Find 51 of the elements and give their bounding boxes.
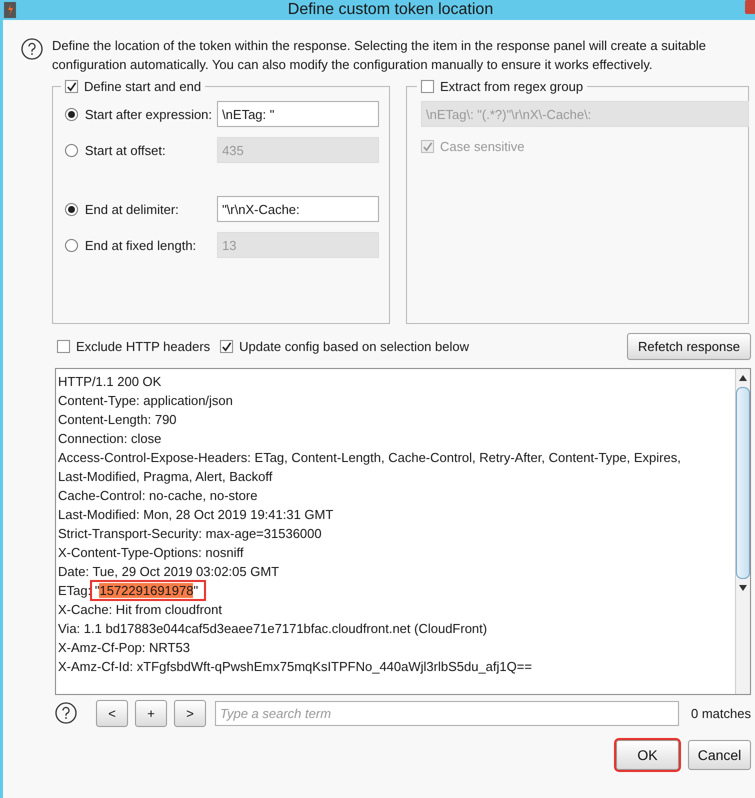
description-text: Define the location of the token within the response. Selecting the item in the response panel will create a suitable configuration automatically. You can also modify the configuration manually to ensure it works effectively. [52, 37, 708, 74]
help-icon[interactable] [21, 38, 43, 60]
radio-label: Start at offset: [84, 142, 167, 158]
checkbox[interactable] [220, 340, 234, 353]
checkbox-label: Extract from regex group [440, 79, 584, 94]
checkbox-label: Exclude HTTP headers [76, 339, 210, 354]
response-line: Connection: close [58, 431, 162, 446]
response-line: " [193, 583, 198, 598]
selected-text: 1572291691978 [99, 583, 194, 598]
response-line: X-Content-Type-Options: nosniff [58, 545, 244, 560]
checkbox-label: Case sensitive [440, 139, 525, 154]
input-field[interactable]: "\r\nX-Cache: [217, 196, 379, 222]
response-line: Cache-Control: no-cache, no-store [58, 488, 258, 503]
response-line: Last-Modified, Pragma, Alert, Backoff [58, 469, 272, 484]
match-count: 0 matches [691, 706, 751, 720]
checkbox[interactable] [57, 340, 70, 353]
response-line: Strict-Transport-Security: max-age=31536000 [58, 526, 322, 541]
help-icon[interactable] [55, 702, 77, 724]
radio-button[interactable] [65, 202, 78, 216]
search-nav-button[interactable]: < [96, 700, 128, 726]
response-line: X-Amz-Cf-Id: xTFgfsbdWft-qPwshEmx75mqKsITPFNo_440aWjl3rlbS5du_afj1Q== [58, 659, 532, 674]
response-line: Via: 1.1 bd17883e044caf5d3eaee71e7171bfac.cloudfront.net (CloudFront) [58, 621, 488, 636]
response-line: X-Cache: Hit from cloudfront [58, 602, 222, 617]
app-icon [4, 2, 16, 18]
search-field[interactable]: Type a search term [215, 700, 680, 726]
ok-button[interactable]: OK [616, 740, 679, 770]
response-line: Last-Modified: Mon, 28 Oct 2019 19:41:31 GMT [58, 507, 334, 522]
input-field[interactable]: \nETag: " [217, 101, 379, 127]
checkbox-label: Update config based on selection below [239, 339, 469, 354]
scroll-down-icon[interactable] [738, 583, 748, 593]
search-nav-button[interactable]: > [174, 700, 206, 726]
response-line: HTTP/1.1 200 OK [58, 374, 162, 389]
response-line: Content-Length: 790 [58, 412, 177, 427]
window-title: Define custom token location [286, 1, 494, 19]
scrollbar[interactable] [735, 369, 750, 694]
checkbox-label: Define start and end [84, 79, 202, 94]
scroll-up-icon[interactable] [738, 373, 748, 383]
cancel-button[interactable]: Cancel [688, 740, 751, 770]
radio-button[interactable] [65, 108, 78, 120]
response-line: ETag: " [58, 583, 100, 598]
radio-label: End at delimiter: [84, 202, 180, 216]
checkbox[interactable] [65, 80, 78, 93]
response-line: Access-Control-Expose-Headers: ETag, Content-Length, Cache-Control, Retry-After, Content-Type, Expires, [58, 450, 681, 465]
response-line: Content-Type: application/json [58, 393, 233, 408]
search-nav-button[interactable]: + [135, 700, 167, 726]
checkbox[interactable] [421, 80, 434, 93]
response-line: X-Amz-Cf-Pop: NRT53 [58, 640, 190, 655]
radio-label: Start after expression: [84, 106, 214, 122]
radio-label: End at fixed length: [84, 238, 198, 252]
refetch-button[interactable]: Refetch response [627, 333, 751, 360]
response-line: Date: Tue, 29 Oct 2019 03:02:05 GMT [58, 564, 280, 579]
